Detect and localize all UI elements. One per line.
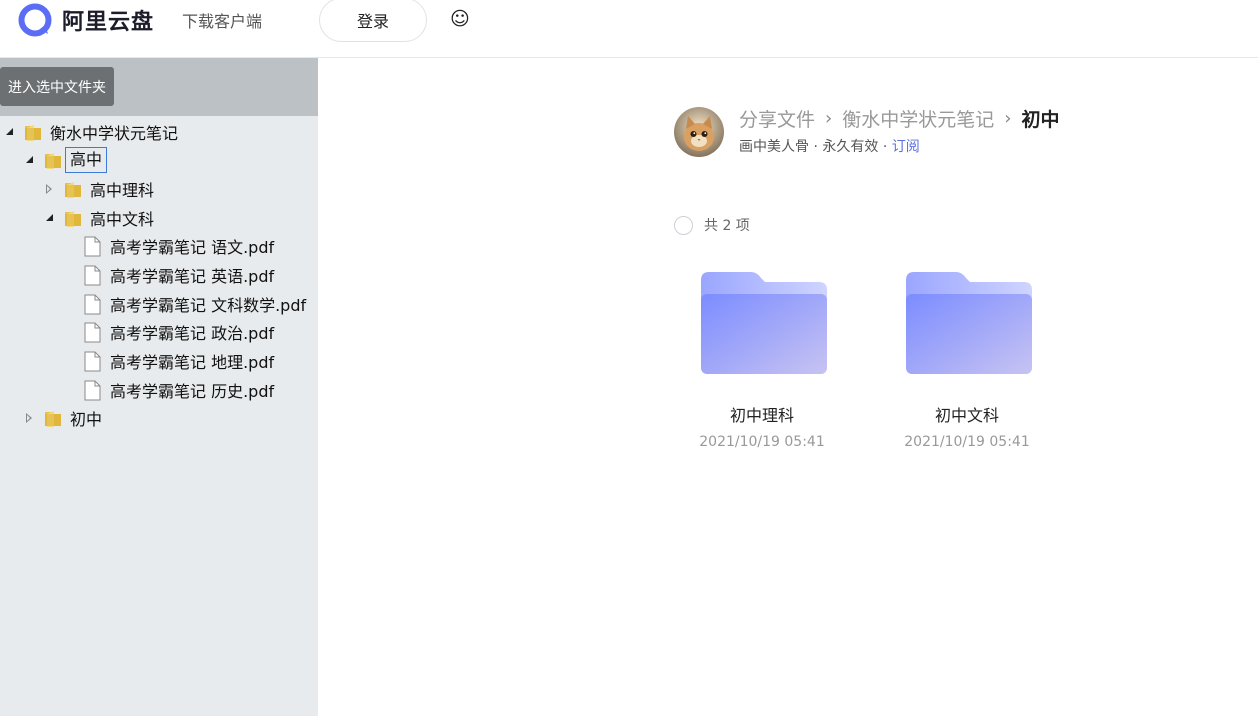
sidebar-toolbar: 进入选中文件夹 [0, 58, 318, 116]
file-icon [84, 294, 101, 314]
tree-file-item[interactable]: 高考学霸笔记 历史.pdf [84, 377, 274, 403]
collapsed-triangle-icon[interactable] [24, 412, 36, 424]
tree-file-item[interactable]: 高考学霸笔记 地理.pdf [84, 348, 274, 374]
expanded-triangle-icon[interactable] [4, 126, 16, 138]
folder-date: 2021/10/19 05:41 [699, 434, 825, 450]
folder-icon [45, 411, 61, 427]
tree-file-label: 高考学霸笔记 文科数学.pdf [110, 296, 307, 315]
chevron-right-icon: › [825, 108, 833, 129]
aliyun-drive-logo-icon [18, 3, 52, 37]
download-client-link[interactable]: 下载客户端 [182, 8, 262, 32]
folder-icon [701, 272, 827, 374]
tree-node-gaozhong[interactable]: 高中 [24, 147, 108, 173]
expanded-triangle-icon[interactable] [24, 154, 36, 166]
select-all-row: 共 2 项 [674, 215, 750, 235]
folder-icon [45, 153, 61, 169]
tree-node-chuzhong[interactable]: 初中 [24, 405, 102, 431]
owner-avatar[interactable] [674, 107, 724, 157]
breadcrumb-item[interactable]: 衡水中学状元笔记 [842, 105, 994, 132]
file-icon [84, 322, 101, 342]
tree-file-label: 高考学霸笔记 地理.pdf [110, 353, 275, 372]
tree-node-gaozhong-wenke[interactable]: 高中文科 [44, 205, 154, 231]
collapsed-triangle-icon[interactable] [44, 183, 56, 195]
file-icon [84, 380, 101, 400]
tree-node-label: 初中 [70, 410, 103, 429]
file-icon [84, 236, 101, 256]
folder-name: 初中理科 [729, 406, 794, 425]
tree-node-label: 高中理科 [90, 181, 155, 200]
tree-node-label: 高中文科 [90, 210, 155, 229]
tree-node-gaozhong-like[interactable]: 高中理科 [44, 176, 154, 202]
chevron-right-icon: › [1004, 108, 1012, 129]
tree-node-root[interactable]: 衡水中学状元笔记 [4, 119, 178, 145]
owner-name: 画中美人骨 [739, 139, 809, 155]
meta-dot: · [882, 139, 892, 155]
file-icon [84, 265, 101, 285]
folder-card[interactable]: 初中文科 2021/10/19 05:41 [897, 268, 1037, 450]
enter-selected-folder-button[interactable]: 进入选中文件夹 [0, 67, 114, 106]
tree-file-item[interactable]: 高考学霸笔记 英语.pdf [84, 262, 274, 288]
tree-file-item[interactable]: 高考学霸笔记 文科数学.pdf [84, 291, 306, 317]
folder-icon [25, 125, 41, 141]
folder-date: 2021/10/19 05:41 [904, 434, 1030, 450]
tree-file-item[interactable]: 高考学霸笔记 政治.pdf [84, 319, 274, 345]
subscribe-link[interactable]: 订阅 [892, 139, 920, 155]
smiley-icon[interactable]: ☺ [450, 8, 470, 30]
tree-node-label-selected: 高中 [65, 147, 108, 173]
tree-node-label: 衡水中学状元笔记 [50, 124, 179, 143]
validity-label: 永久有效 [822, 139, 879, 155]
select-all-checkbox[interactable] [674, 215, 693, 235]
tree-file-label: 高考学霸笔记 政治.pdf [110, 324, 275, 343]
tree-file-label: 高考学霸笔记 语文.pdf [110, 238, 275, 257]
item-count: 共 2 项 [704, 218, 750, 234]
tree-file-label: 高考学霸笔记 历史.pdf [110, 382, 275, 401]
folder-card[interactable]: 初中理科 2021/10/19 05:41 [692, 268, 832, 450]
cat-avatar-icon [674, 107, 724, 157]
breadcrumb-item[interactable]: 分享文件 [739, 105, 815, 132]
tree-file-item[interactable]: 高考学霸笔记 语文.pdf [84, 233, 274, 259]
breadcrumb-current: 初中 [1021, 109, 1060, 131]
folder-name: 初中文科 [934, 406, 999, 425]
login-button[interactable]: 登录 [319, 0, 427, 42]
top-header: 阿里云盘 下载客户端 登录 ☺ [0, 0, 1258, 58]
brand-name: 阿里云盘 [62, 10, 155, 35]
file-icon [84, 351, 101, 371]
folder-icon [906, 272, 1032, 374]
folder-icon [65, 182, 81, 198]
breadcrumb: 分享文件 › 衡水中学状元笔记 › 初中 [739, 105, 1059, 132]
tree-file-label: 高考学霸笔记 英语.pdf [110, 267, 275, 286]
expanded-triangle-icon[interactable] [44, 212, 56, 224]
share-meta: 画中美人骨 · 永久有效 · 订阅 [739, 136, 920, 156]
folder-icon [65, 211, 81, 227]
brand-logo[interactable]: 阿里云盘 [18, 3, 154, 37]
